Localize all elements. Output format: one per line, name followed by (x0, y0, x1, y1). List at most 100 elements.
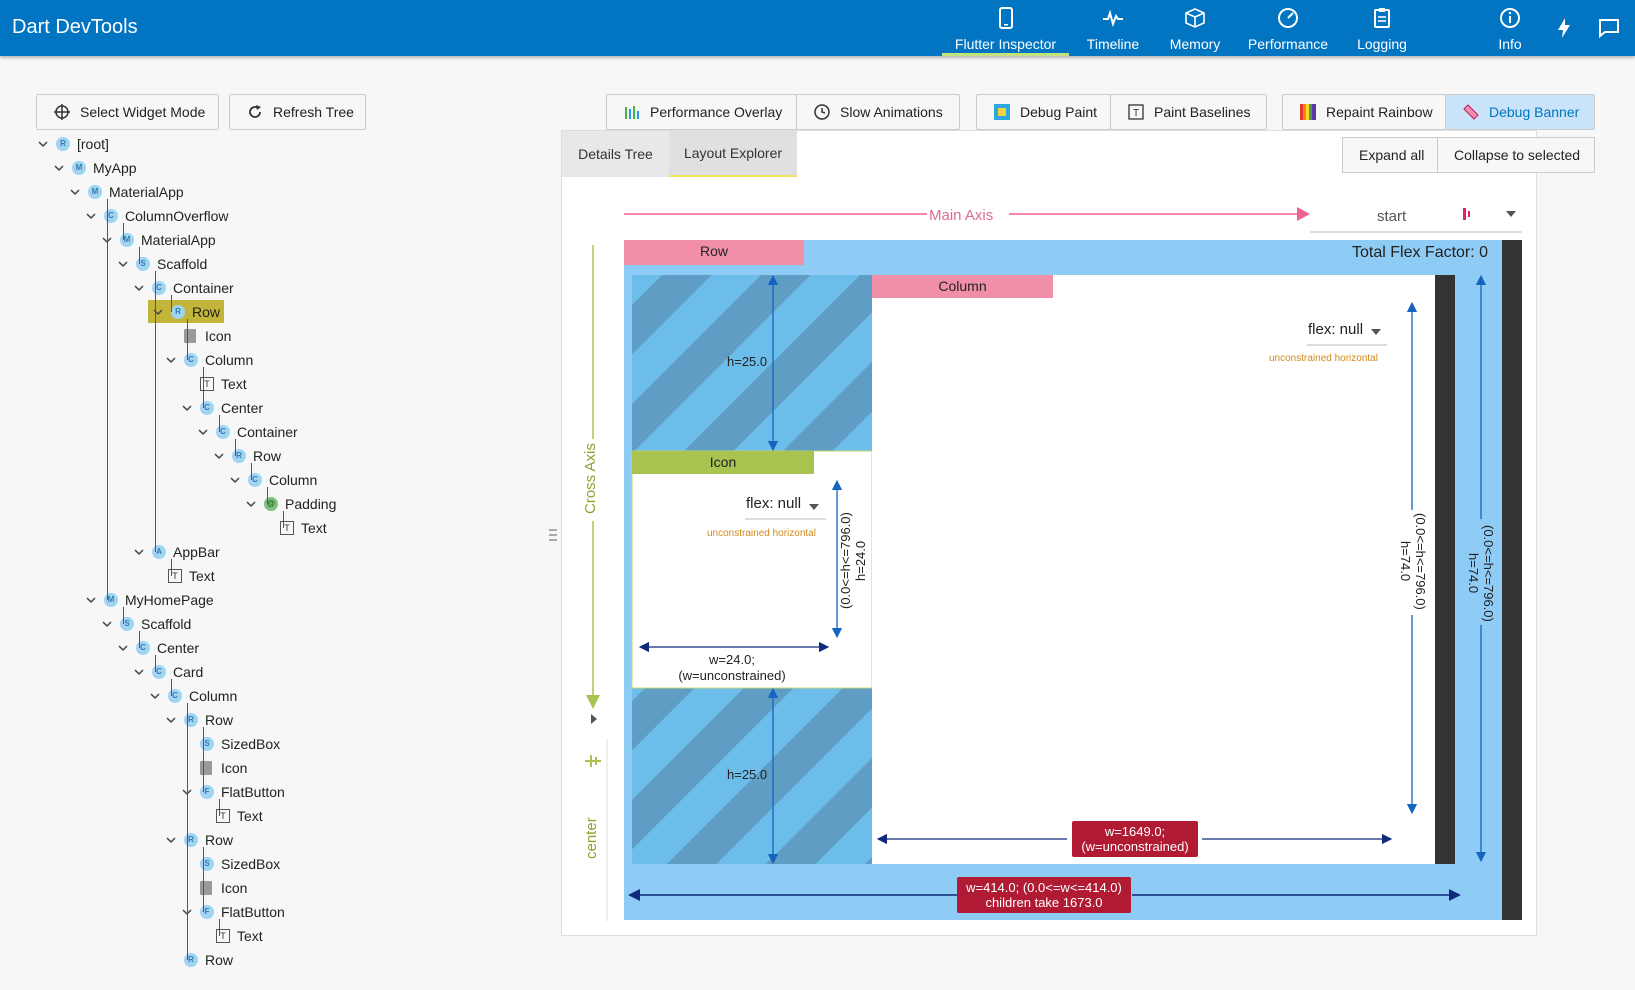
chevron-down-icon[interactable] (212, 449, 226, 463)
tree-connector (203, 847, 204, 912)
main-axis-chevron-down-icon[interactable] (1506, 211, 1516, 217)
tree-node[interactable]: A AppBar (132, 540, 220, 563)
tree-node[interactable]: C Container (196, 420, 298, 443)
tree-node[interactable]: Icon (200, 756, 247, 779)
tree-node[interactable]: Icon (200, 876, 247, 899)
main-axis-arrow (1297, 207, 1310, 221)
tree-node[interactable]: S SizedBox (200, 852, 280, 875)
chevron-down-icon[interactable] (164, 353, 178, 367)
chevron-down-icon[interactable] (180, 401, 194, 415)
chevron-down-icon[interactable] (84, 593, 98, 607)
tree-node[interactable]: R [root] (36, 132, 109, 155)
tree-node[interactable]: F FlatButton (180, 780, 285, 803)
tree-node[interactable]: R Row (212, 444, 281, 467)
tree-node[interactable]: S Scaffold (100, 612, 191, 635)
tree-node[interactable]: S SizedBox (200, 732, 280, 755)
tree-node-label: Text (221, 375, 247, 392)
tree-node[interactable]: T Text (216, 804, 263, 827)
tree-node[interactable]: M MyHomePage (84, 588, 214, 611)
tree-node[interactable]: M MaterialApp (100, 228, 216, 251)
tab-info[interactable]: Info (1495, 0, 1525, 56)
chevron-down-icon[interactable] (116, 257, 130, 271)
button-label: Collapse to selected (1454, 147, 1581, 163)
chevron-down-icon[interactable] (68, 185, 82, 199)
tab-details-tree[interactable]: Details Tree (562, 131, 669, 177)
tree-node[interactable]: R Row (164, 828, 233, 851)
tree-node-label: Row (192, 303, 221, 320)
cross-axis-chevron-right-icon[interactable] (591, 714, 597, 724)
chevron-down-icon[interactable] (164, 713, 178, 727)
chevron-down-icon[interactable] (196, 425, 210, 439)
info-icon (1500, 8, 1520, 28)
tree-node[interactable]: F FlatButton (180, 900, 285, 923)
tree-node-label: [root] (77, 135, 109, 152)
repaint-rainbow-button[interactable]: Repaint Rainbow (1282, 94, 1446, 130)
chevron-down-icon[interactable] (244, 497, 258, 511)
select-widget-mode-button[interactable]: Select Widget Mode (36, 94, 219, 130)
clock-icon (814, 104, 830, 120)
tab-flutter-inspector[interactable]: Flutter Inspector (942, 0, 1069, 56)
tab-label: Memory (1169, 36, 1221, 52)
tree-node[interactable]: S Scaffold (116, 252, 207, 275)
hot-reload-icon[interactable] (1552, 16, 1576, 40)
bar-chart-icon (625, 106, 639, 119)
cross-axis-value[interactable]: center (583, 813, 600, 863)
tree-node-selected[interactable]: R Row (148, 300, 225, 323)
icon-width-label: w=24.0; (w=unconstrained) (678, 652, 786, 683)
splitter-handle[interactable] (549, 526, 557, 544)
tab-timeline[interactable]: Timeline (1078, 0, 1148, 56)
chevron-down-icon[interactable] (116, 641, 130, 655)
tree-node[interactable]: C Column (148, 684, 237, 707)
tab-memory[interactable]: Memory (1162, 0, 1228, 56)
timeline-icon (1103, 9, 1123, 28)
chevron-down-icon[interactable] (84, 209, 98, 223)
tab-layout-explorer[interactable]: Layout Explorer (669, 131, 797, 177)
chevron-down-icon[interactable] (52, 161, 66, 175)
tree-node[interactable]: C ColumnOverflow (84, 204, 228, 227)
tree-node[interactable]: T Text (280, 516, 327, 539)
icon-flex-value[interactable]: flex: null (746, 495, 801, 512)
main-axis-label: Main Axis (929, 207, 994, 224)
tree-node[interactable]: C Column (164, 348, 253, 371)
chevron-down-icon[interactable] (151, 305, 165, 319)
chevron-down-icon[interactable] (36, 137, 50, 151)
tree-connector (235, 439, 236, 456)
tree-node[interactable]: T Text (200, 372, 247, 395)
chevron-down-icon[interactable] (148, 689, 162, 703)
refresh-tree-button[interactable]: Refresh Tree (229, 94, 366, 130)
paint-baselines-button[interactable]: T Paint Baselines (1110, 94, 1267, 130)
tree-node[interactable]: C Center (116, 636, 199, 659)
tab-performance[interactable]: Performance (1243, 0, 1333, 56)
tree-node[interactable]: M MaterialApp (68, 180, 184, 203)
column-flex-value[interactable]: flex: null (1308, 321, 1363, 338)
tree-node[interactable]: C Center (180, 396, 263, 419)
tree-node[interactable]: Icon (184, 324, 231, 347)
chevron-down-icon[interactable] (132, 545, 146, 559)
chevron-down-icon[interactable] (228, 473, 242, 487)
tree-node[interactable]: R Row (184, 948, 233, 971)
performance-overlay-button[interactable]: Performance Overlay (606, 94, 797, 130)
chevron-down-icon[interactable] (164, 833, 178, 847)
debug-banner-button[interactable]: Debug Banner (1445, 94, 1595, 130)
chevron-down-icon[interactable] (132, 281, 146, 295)
collapse-to-selected-button[interactable]: Collapse to selected (1437, 137, 1595, 173)
tree-node[interactable]: R Row (164, 708, 233, 731)
debug-paint-button[interactable]: Debug Paint (976, 94, 1111, 130)
chevron-down-icon[interactable] (100, 617, 114, 631)
tree-connector (251, 463, 252, 480)
tree-node[interactable]: T Text (216, 924, 263, 947)
tree-node[interactable]: C Container (132, 276, 234, 299)
tree-node-label: Column (205, 351, 254, 368)
tree-node[interactable]: @ Padding (244, 492, 336, 515)
main-axis-value[interactable]: start (1377, 208, 1406, 225)
tab-logging[interactable]: Logging (1350, 0, 1414, 56)
expand-all-button[interactable]: Expand all (1342, 137, 1438, 173)
tree-node[interactable]: C Column (228, 468, 317, 491)
chevron-down-icon[interactable] (132, 665, 146, 679)
tree-node[interactable]: C Card (132, 660, 203, 683)
tree-node[interactable]: T Text (168, 564, 215, 587)
feedback-icon[interactable] (1597, 16, 1621, 40)
slow-animations-button[interactable]: Slow Animations (796, 94, 960, 130)
tree-node[interactable]: M MyApp (52, 156, 137, 179)
tree-node-label: Center (157, 639, 200, 656)
